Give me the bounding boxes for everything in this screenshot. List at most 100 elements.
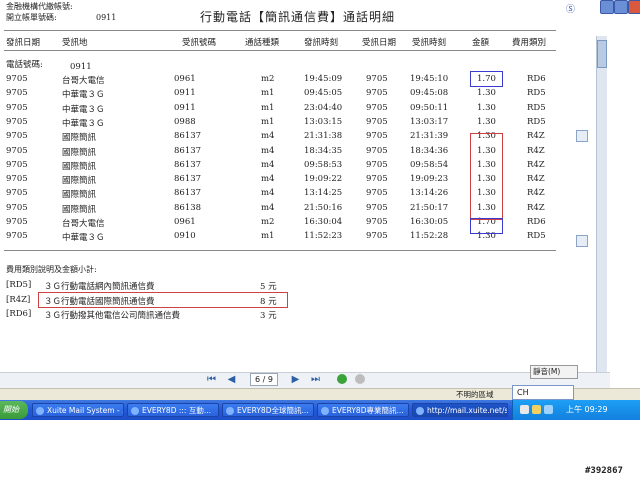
- account-label: 開立帳單號碼:: [6, 13, 57, 22]
- cell-place: 中華電３Ｇ: [62, 118, 105, 129]
- window-icon: [416, 407, 424, 415]
- cell-send-time: 18:34:35: [304, 145, 343, 156]
- cell-recv-date: 9705: [366, 159, 388, 170]
- cell-recv-time: 19:09:23: [410, 174, 449, 185]
- fee-code: [RD5]: [6, 280, 32, 290]
- cell-number: 86137: [174, 131, 202, 142]
- minimize-button[interactable]: [600, 0, 614, 14]
- cell-code: R4Z: [527, 202, 545, 213]
- highlight-box-blue: [470, 71, 503, 87]
- last-page-icon[interactable]: ⏭: [310, 374, 321, 385]
- cell-send-time: 21:31:38: [304, 131, 343, 142]
- task-button[interactable]: Xuite Mail System - ...: [32, 403, 124, 417]
- task-button[interactable]: EVERY8D全球簡訊...: [222, 403, 314, 417]
- cell-send-time: 19:09:22: [304, 174, 343, 185]
- mute-checkbox[interactable]: 靜音(M): [530, 365, 578, 379]
- cell-date: 9705: [6, 88, 28, 99]
- cell-recv-time: 16:30:05: [410, 217, 449, 227]
- prev-page-icon[interactable]: ◀: [226, 374, 237, 385]
- cell-code: R4Z: [527, 145, 545, 156]
- cell-recv-date: 9705: [366, 145, 388, 156]
- cell-number: 0910: [174, 231, 196, 242]
- cell-recv-date: 9705: [366, 88, 388, 99]
- cell-type: m4: [261, 188, 275, 199]
- page-number-input[interactable]: 6 / 9: [250, 373, 278, 386]
- cell-recv-date: 9705: [366, 102, 388, 113]
- cell-code: RD5: [527, 231, 546, 242]
- account-value: 0911: [96, 13, 117, 22]
- network-icon[interactable]: [520, 405, 529, 414]
- cell-place: 台哥大電信: [62, 76, 105, 86]
- cell-number: 86137: [174, 145, 202, 156]
- cell-type: m4: [261, 159, 275, 170]
- maximize-button[interactable]: [614, 0, 628, 14]
- cell-place: 中華電３Ｇ: [62, 233, 105, 244]
- cell-recv-date: 9705: [366, 116, 388, 127]
- column-header: 費用類別: [512, 38, 547, 48]
- cell-place: 中華電３Ｇ: [62, 104, 105, 115]
- cell-place: 台哥大電信: [62, 219, 105, 229]
- side-icon[interactable]: [576, 130, 588, 142]
- cell-code: R4Z: [527, 159, 545, 170]
- cell-place: 國際簡訊: [62, 161, 97, 172]
- cell-code: R4Z: [527, 174, 545, 185]
- volume-icon[interactable]: [532, 405, 541, 414]
- cell-send-time: 09:58:53: [304, 159, 343, 170]
- close-button[interactable]: [628, 0, 640, 14]
- cell-date: 9705: [6, 174, 28, 185]
- cell-date: 9705: [6, 102, 28, 113]
- cell-type: m4: [261, 145, 275, 156]
- cell-recv-date: 9705: [366, 217, 388, 227]
- column-header: 受訊地: [62, 38, 88, 48]
- table-row: 9705 中華電３Ｇ 0911 m1 09:45:05 9705 09:45:08 1.30 R…: [0, 87, 560, 101]
- highlight-box-blue: [470, 218, 503, 234]
- cell-send-time: 13:03:15: [304, 116, 343, 127]
- cell-recv-time: 11:52:28: [410, 231, 449, 242]
- task-button[interactable]: EVERY8D ::: 互動...: [127, 403, 219, 417]
- cell-date: 9705: [6, 188, 28, 199]
- task-button[interactable]: EVERY8D專業簡訊...: [317, 403, 409, 417]
- cell-recv-time: 21:31:39: [410, 131, 449, 142]
- cell-place: 國際簡訊: [62, 133, 97, 144]
- first-page-icon[interactable]: ⏮: [206, 374, 217, 385]
- phone-value: 0911: [70, 62, 92, 72]
- table-row: 9705 中華電３Ｇ 0988 m1 13:03:15 9705 13:03:17 1.30 R…: [0, 116, 560, 130]
- cell-type: m4: [261, 202, 275, 213]
- clock: 上午 09:29: [566, 405, 608, 414]
- task-button-active[interactable]: http://mail.xuite.net/st...: [412, 403, 508, 417]
- cell-recv-time: 09:45:08: [410, 88, 449, 99]
- ime-label: CH: [517, 388, 529, 397]
- cell-type: m2: [261, 217, 275, 227]
- start-button[interactable]: 開始: [0, 401, 28, 419]
- column-header: 通話種類: [245, 38, 280, 48]
- tray-icon[interactable]: [544, 405, 553, 414]
- cell-type: m1: [261, 116, 275, 127]
- cell-type: m1: [261, 231, 275, 242]
- fee-amount: 8 元: [260, 296, 277, 307]
- forward-view-icon[interactable]: [355, 374, 365, 384]
- window-icon: [321, 407, 329, 415]
- scrollbar-thumb[interactable]: [597, 40, 607, 68]
- cell-number: 86137: [174, 188, 202, 199]
- cell-send-time: 19:45:09: [304, 74, 343, 84]
- next-page-icon[interactable]: ▶: [290, 374, 301, 385]
- cell-number: 86137: [174, 159, 202, 170]
- back-view-icon[interactable]: [337, 374, 347, 384]
- cell-recv-date: 9705: [366, 188, 388, 199]
- cell-recv-date: 9705: [366, 174, 388, 185]
- cell-place: 國際簡訊: [62, 204, 97, 215]
- cell-code: RD6: [527, 217, 546, 227]
- cell-amount: 1.30: [477, 116, 496, 127]
- ime-bar[interactable]: CH: [512, 385, 574, 400]
- vertical-scrollbar[interactable]: [596, 36, 607, 376]
- cell-code: RD5: [527, 116, 546, 127]
- cell-number: 0961: [174, 217, 196, 227]
- cell-recv-time: 21:50:17: [410, 202, 449, 213]
- divider: [4, 50, 556, 51]
- cell-date: 9705: [6, 74, 28, 84]
- cell-code: R4Z: [527, 131, 545, 142]
- cell-type: m2: [261, 74, 275, 84]
- side-icon[interactable]: [576, 235, 588, 247]
- fee-amount: 3 元: [260, 311, 277, 321]
- cell-code: RD5: [527, 102, 546, 113]
